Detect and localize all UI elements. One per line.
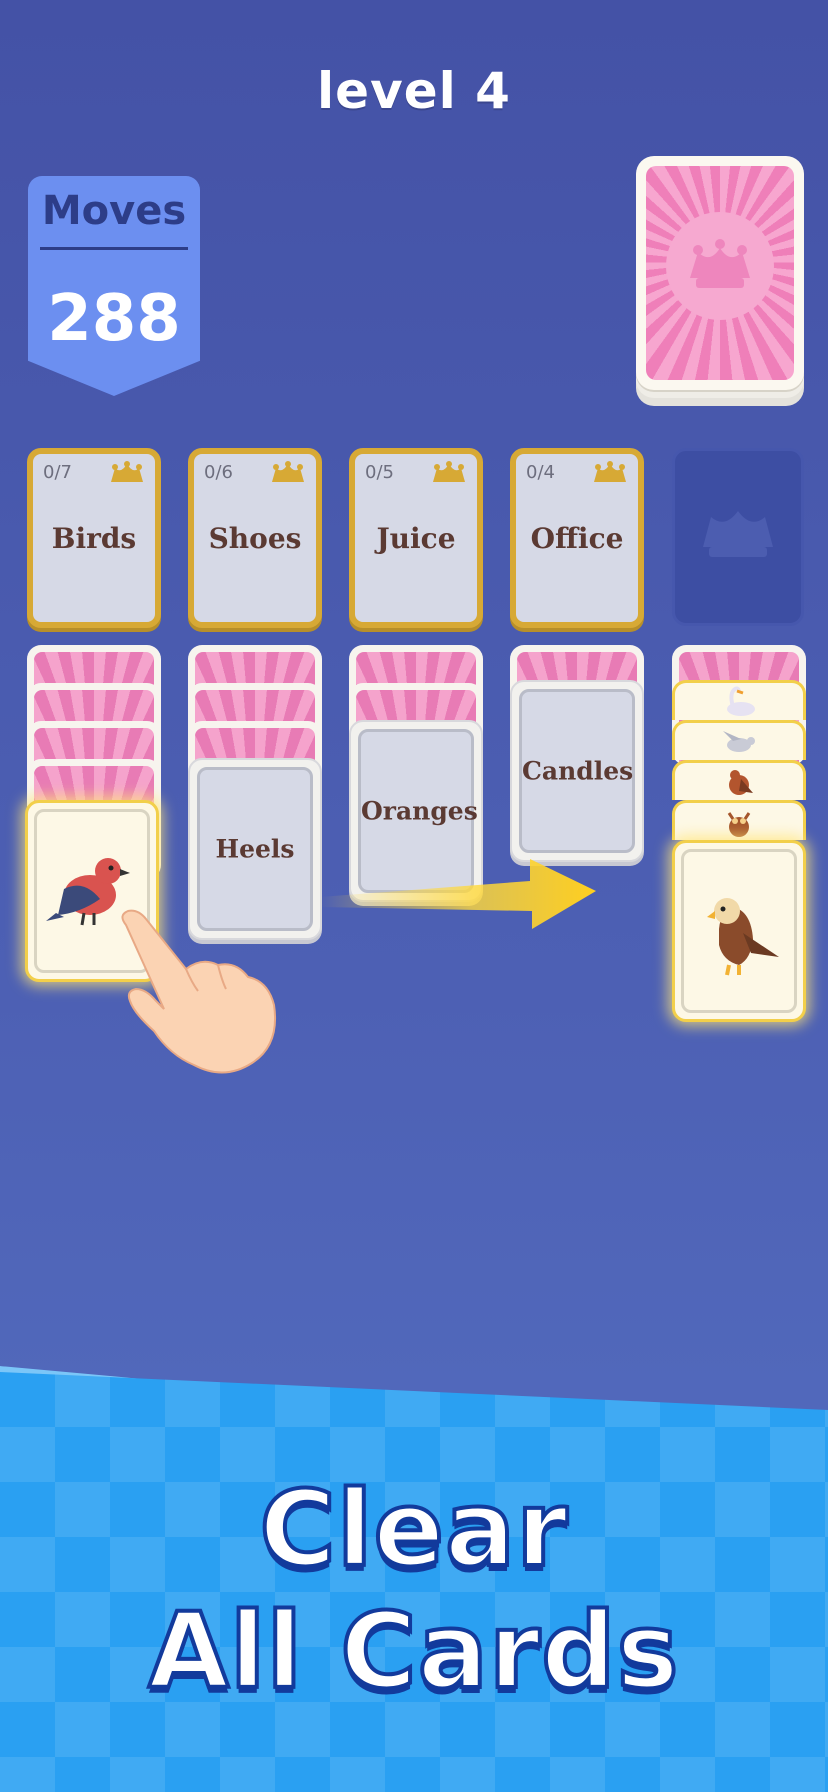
moves-label: Moves	[41, 188, 187, 234]
foundation-office[interactable]: 0/4 Office	[510, 448, 644, 628]
foundation-shoes[interactable]: 0/6 Shoes	[188, 448, 322, 628]
swan-icon	[727, 686, 755, 716]
foundation-name: Shoes	[208, 522, 302, 555]
foundation-count: 0/6	[204, 462, 233, 483]
empty-foundation-slot[interactable]	[672, 448, 804, 626]
card-eagle[interactable]	[672, 840, 806, 1022]
owl-icon	[727, 812, 751, 837]
foundation-count: 0/4	[526, 462, 555, 483]
card-candles[interactable]: Candles	[510, 680, 644, 862]
jester-hat-icon	[690, 239, 750, 288]
card-hawk[interactable]	[672, 760, 806, 800]
jester-crown-icon	[594, 461, 626, 482]
card-back-pattern	[646, 166, 794, 380]
card-dove[interactable]	[672, 720, 806, 760]
card-label: Oranges	[361, 796, 478, 826]
foundation-count: 0/7	[43, 462, 72, 483]
card-owl[interactable]	[672, 800, 806, 840]
foundation-name: Office	[530, 522, 624, 555]
level-title: level 4	[317, 62, 511, 120]
foundation-name: Birds	[51, 522, 137, 555]
card-label: Heels	[215, 834, 295, 864]
jester-hat-icon	[703, 511, 773, 557]
foundation-count: 0/5	[365, 462, 394, 483]
foundation-name: Juice	[376, 522, 456, 555]
moves-divider	[40, 247, 188, 250]
pointing-hand-icon	[121, 909, 276, 1074]
foundation-birds[interactable]: 0/7 Birds	[27, 448, 161, 628]
hawk-icon	[729, 770, 753, 795]
jester-emblem	[666, 212, 774, 320]
draw-deck[interactable]	[636, 156, 804, 390]
headline-line-1: Clear	[258, 1466, 570, 1592]
card-swan[interactable]	[672, 680, 806, 720]
moves-counter: 288	[47, 282, 181, 356]
dove-icon	[723, 731, 755, 752]
eagle-icon	[707, 898, 779, 976]
jester-crown-icon	[272, 461, 304, 482]
arrow-right-icon	[320, 859, 596, 929]
jester-crown-icon	[111, 461, 143, 482]
card-label: Candles	[522, 756, 634, 786]
headline-line-2: All Cards	[146, 1588, 680, 1714]
foundation-juice[interactable]: 0/5 Juice	[349, 448, 483, 628]
jester-crown-icon	[433, 461, 465, 482]
